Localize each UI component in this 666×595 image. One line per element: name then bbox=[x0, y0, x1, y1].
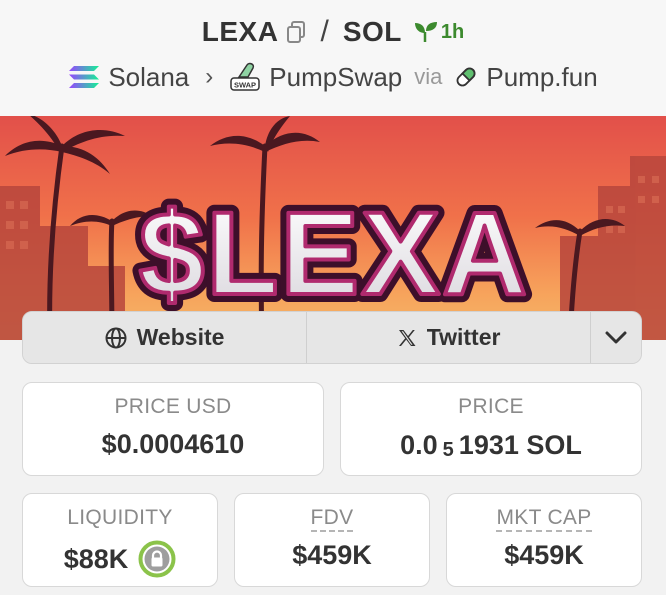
website-button[interactable]: Website bbox=[23, 312, 308, 363]
pumpswap-icon: SWAP bbox=[229, 62, 261, 92]
token-banner: $LEXA $LEXA bbox=[0, 116, 666, 340]
website-label: Website bbox=[136, 324, 225, 350]
lock-icon[interactable] bbox=[138, 540, 176, 578]
x-logo-icon bbox=[397, 328, 417, 348]
breadcrumb-launchpad[interactable]: Pump.fun bbox=[486, 62, 597, 93]
liquidity-value-row: $88K bbox=[23, 540, 217, 578]
liquidity-card: LIQUIDITY $88K bbox=[22, 493, 218, 587]
price-usd-card: PRICE USD $0.0004610 bbox=[22, 382, 324, 476]
market-cap-label[interactable]: MKT CAP bbox=[496, 506, 592, 532]
price-native-card: PRICE 0.0 5 1931 SOL bbox=[340, 382, 642, 476]
liquidity-label: LIQUIDITY bbox=[67, 506, 173, 529]
pill-icon bbox=[454, 65, 478, 89]
pair-age: 1h bbox=[414, 21, 464, 44]
base-token-symbol: LEXA bbox=[201, 16, 279, 47]
price-zero-count: 5 bbox=[442, 439, 454, 461]
price-digits: 1931 SOL bbox=[458, 430, 582, 460]
market-cap-value: $459K bbox=[504, 540, 584, 570]
quote-token-symbol: SOL bbox=[342, 16, 402, 47]
twitter-label: Twitter bbox=[426, 324, 501, 350]
price-native-value: 0.0 5 1931 SOL bbox=[341, 429, 641, 462]
pair-header: LEXA / SOL 1h Solana › SWAP PumpSwap via… bbox=[0, 0, 666, 116]
fdv-value: $459K bbox=[292, 540, 372, 570]
pair-separator: / bbox=[320, 15, 329, 48]
copy-icon[interactable] bbox=[286, 20, 306, 44]
pair-age-value: 1h bbox=[440, 20, 465, 43]
price-usd-value: $0.0004610 bbox=[101, 429, 245, 459]
breadcrumb: Solana › SWAP PumpSwap via Pump.fun bbox=[0, 58, 666, 96]
breadcrumb-dex[interactable]: PumpSwap bbox=[269, 62, 402, 93]
chevron-right-icon: › bbox=[205, 63, 214, 90]
breadcrumb-chain[interactable]: Solana bbox=[108, 62, 189, 93]
price-native-label: PRICE bbox=[458, 395, 524, 418]
liquidity-value: $88K bbox=[63, 543, 129, 574]
more-links-button[interactable] bbox=[591, 312, 641, 363]
solana-icon bbox=[68, 64, 100, 90]
price-prefix: 0.0 bbox=[400, 430, 438, 460]
fdv-label[interactable]: FDV bbox=[310, 506, 354, 532]
fdv-card: FDV $459K bbox=[234, 493, 430, 587]
banner-title: $LEXA bbox=[139, 188, 529, 320]
breadcrumb-via: via bbox=[414, 64, 443, 89]
chevron-down-icon bbox=[605, 324, 627, 351]
sprout-icon bbox=[414, 22, 437, 42]
globe-icon bbox=[105, 327, 127, 349]
market-cap-card: MKT CAP $459K bbox=[446, 493, 642, 587]
price-usd-label: PRICE USD bbox=[114, 395, 232, 418]
pair-title: LEXA / SOL 1h bbox=[0, 12, 666, 52]
svg-text:SWAP: SWAP bbox=[234, 81, 256, 90]
social-links-bar: Website Twitter bbox=[22, 311, 642, 364]
twitter-button[interactable]: Twitter bbox=[307, 312, 592, 363]
